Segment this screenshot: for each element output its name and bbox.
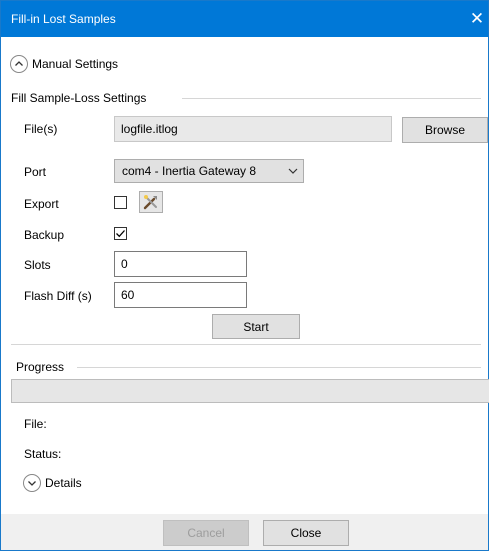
- dialog-footer: Cancel Close: [1, 514, 488, 550]
- browse-button[interactable]: Browse: [402, 117, 488, 143]
- details-label: Details: [45, 476, 82, 490]
- slots-label: Slots: [24, 258, 51, 272]
- backup-checkbox[interactable]: [114, 227, 127, 240]
- cancel-button[interactable]: Cancel: [163, 520, 249, 546]
- chevron-down-icon: [288, 168, 298, 174]
- chevron-up-icon: [10, 55, 28, 73]
- section-divider: [11, 344, 481, 345]
- close-button[interactable]: Close: [263, 520, 349, 546]
- close-icon[interactable]: ✕: [466, 1, 488, 37]
- tools-icon: [143, 195, 157, 210]
- port-select-value: com4 - Inertia Gateway 8: [122, 164, 257, 178]
- start-button[interactable]: Start: [212, 314, 300, 339]
- progress-file-label: File:: [24, 417, 47, 431]
- file-field[interactable]: logfile.itlog: [114, 116, 392, 142]
- export-label: Export: [24, 197, 59, 211]
- fill-settings-group-label: Fill Sample-Loss Settings: [11, 91, 147, 105]
- fill-in-lost-samples-window: Fill-in Lost Samples ✕ Manual Settings F…: [0, 0, 489, 551]
- manual-settings-expander[interactable]: Manual Settings: [10, 55, 118, 73]
- backup-label: Backup: [24, 228, 65, 242]
- progress-status-label: Status:: [24, 447, 62, 461]
- progress-divider: [77, 367, 481, 368]
- manual-settings-label: Manual Settings: [32, 57, 119, 71]
- title-bar: Fill-in Lost Samples ✕: [1, 1, 488, 37]
- port-select[interactable]: com4 - Inertia Gateway 8: [114, 159, 304, 183]
- details-expander[interactable]: Details: [23, 474, 82, 492]
- file-label: File(s): [24, 122, 58, 136]
- export-checkbox[interactable]: [114, 196, 127, 209]
- progress-bar: [11, 379, 489, 403]
- flash-diff-label: Flash Diff (s): [24, 289, 92, 303]
- port-label: Port: [24, 165, 47, 179]
- checkmark-icon: [116, 230, 125, 238]
- fill-settings-divider: [182, 98, 481, 99]
- window-title: Fill-in Lost Samples: [11, 12, 116, 26]
- chevron-down-icon: [23, 474, 41, 492]
- export-settings-button[interactable]: [139, 191, 163, 213]
- slots-field[interactable]: 0: [114, 251, 247, 277]
- progress-group-label: Progress: [16, 360, 65, 374]
- flash-diff-field[interactable]: 60: [114, 282, 247, 308]
